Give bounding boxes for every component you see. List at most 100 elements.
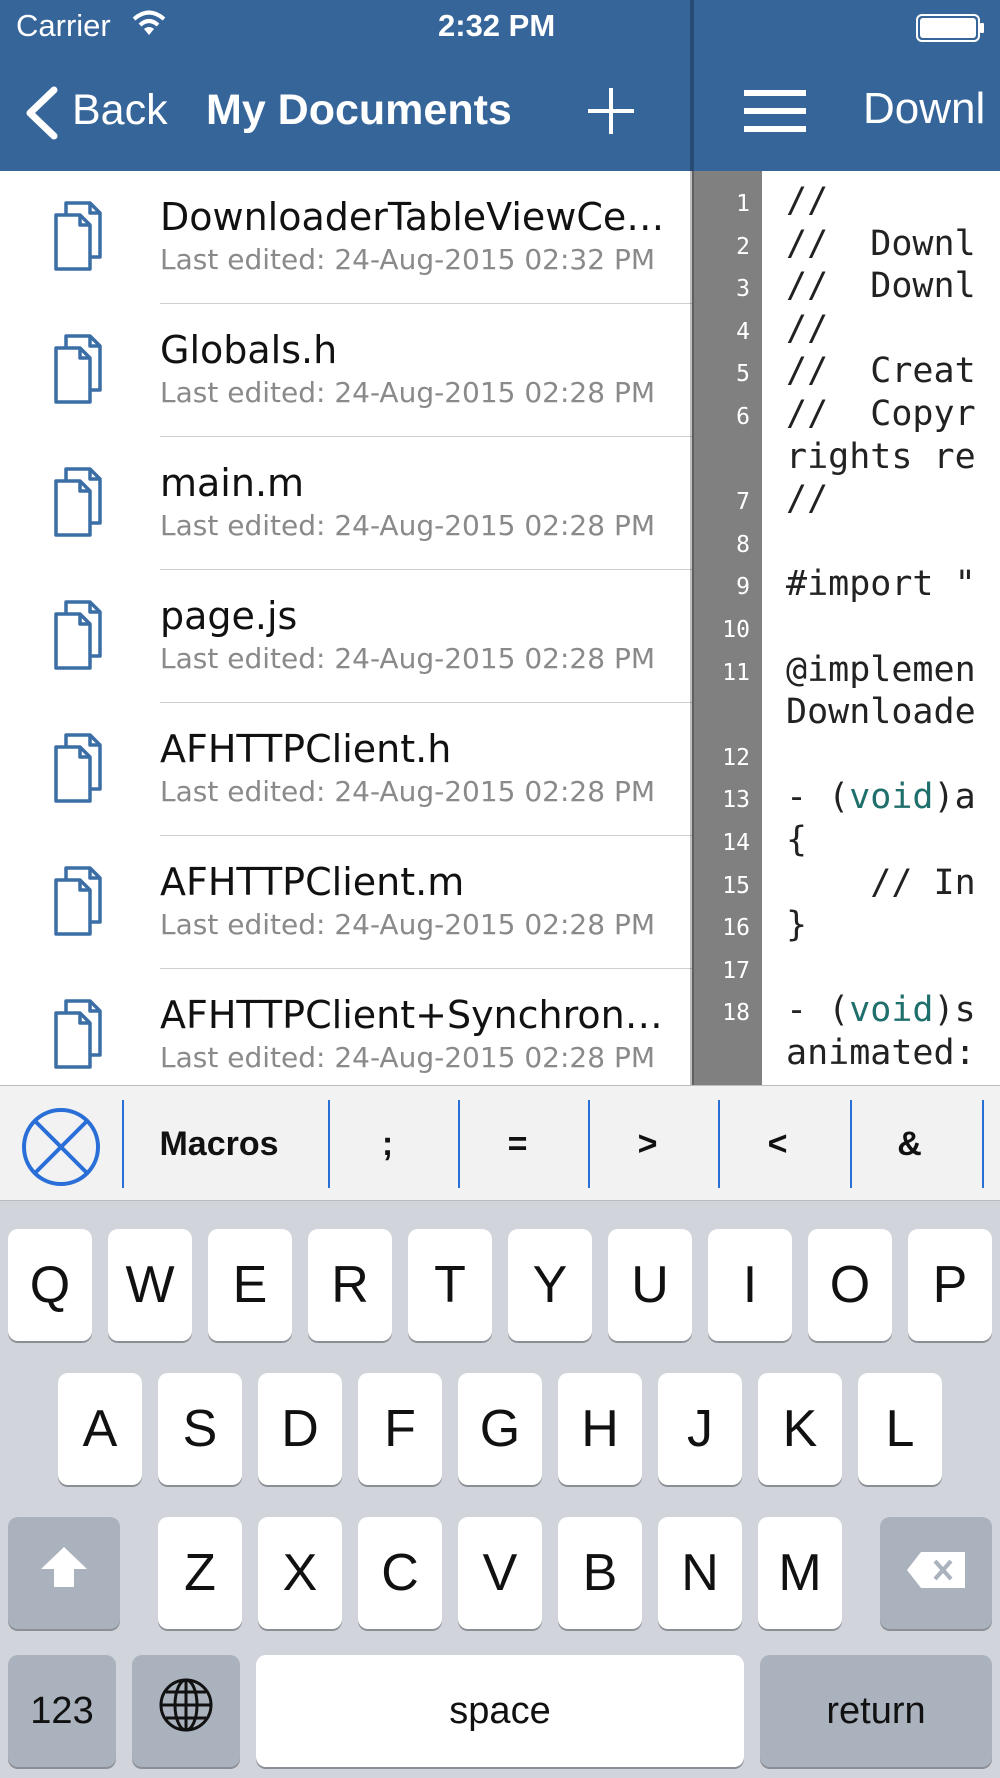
back-chevron-icon[interactable] [22,86,62,145]
key-g[interactable]: G [458,1373,542,1485]
editor-title: Downl [863,84,986,133]
line-number: 13 [722,787,750,814]
dismiss-keyboard-icon[interactable] [20,1106,102,1193]
key-e[interactable]: E [208,1229,292,1341]
code-keyword: void [849,990,934,1031]
key-v[interactable]: V [458,1517,542,1629]
code-keyword: void [849,777,934,818]
add-document-icon[interactable] [586,86,636,141]
code-line: // Creat [786,351,976,392]
menu-icon[interactable] [744,88,806,139]
document-last-edited: Last edited: 24-Aug-2015 02:32 PM [160,243,656,276]
code-line: // Downl [786,266,976,307]
numbers-key[interactable]: 123 [8,1655,116,1767]
key-j[interactable]: J [658,1373,742,1485]
document-last-edited: Last edited: 24-Aug-2015 02:28 PM [160,376,656,409]
globe-key[interactable] [132,1655,240,1767]
editor-nav-bar: Downl [692,56,1000,171]
key-h[interactable]: H [558,1373,642,1485]
key-f[interactable]: F [358,1373,442,1485]
key-d[interactable]: D [258,1373,342,1485]
line-number: 2 [736,233,750,260]
key-s[interactable]: S [158,1373,242,1485]
key-n[interactable]: N [658,1517,742,1629]
code-line: @implemen [786,649,976,690]
document-name: AFHTTPClient.m [160,860,465,904]
key-t[interactable]: T [408,1229,492,1341]
key-p[interactable]: P [908,1229,992,1341]
line-number: 11 [722,659,750,686]
key-b[interactable]: B [558,1517,642,1629]
line-number: 7 [736,489,750,516]
line-number-gutter: 1 2 3 4 5 6 7 8 9 10 11 12 13 14 15 16 17 18 [692,171,762,1085]
globe-icon [158,1677,214,1746]
code-line: // [786,479,829,520]
document-icon [50,332,108,409]
code-line: // [786,181,829,221]
code-line: // Copyr [786,394,976,434]
battery-icon [916,14,986,42]
key-c[interactable]: C [358,1517,442,1629]
key-o[interactable]: O [808,1229,892,1341]
key-k[interactable]: K [758,1373,842,1485]
document-name: main.m [160,461,305,505]
document-row[interactable]: AFHTTPClient+Synchron… Last edited: 24-Au… [0,969,692,1085]
code-line: #import " [786,564,976,605]
key-a[interactable]: A [58,1373,142,1485]
key-y[interactable]: Y [508,1229,592,1341]
delete-key[interactable] [880,1517,992,1629]
line-number: 12 [722,744,750,771]
document-row[interactable]: page.js Last edited: 24-Aug-2015 02:28 PM [0,570,692,703]
document-icon [50,465,108,542]
accessory-key[interactable]: ; [330,1098,445,1190]
macros-button[interactable]: Macros [124,1098,314,1190]
accessory-key[interactable]: > [590,1098,705,1190]
document-row[interactable]: main.m Last edited: 24-Aug-2015 02:28 PM [0,437,692,570]
keyboard: Q W E R T Y U I O P A S D F G H J K L Z X C V B N M 123 space return [0,1201,1000,1778]
documents-nav-bar: Back My Documents [0,56,692,171]
status-bar: Carrier 2:32 PM [0,0,1000,56]
line-number: 8 [736,531,750,558]
line-number: 9 [736,574,750,601]
split-view-divider [690,0,694,1085]
document-row[interactable]: AFHTTPClient.m Last edited: 24-Aug-2015 0… [0,836,692,969]
accessory-key[interactable]: = [460,1098,575,1190]
line-number: 4 [736,318,750,345]
line-number: 17 [722,957,750,984]
key-w[interactable]: W [108,1229,192,1341]
document-last-edited: Last edited: 24-Aug-2015 02:28 PM [160,642,656,675]
document-row[interactable]: AFHTTPClient.h Last edited: 24-Aug-2015 0… [0,703,692,836]
accessory-key[interactable]: < [720,1098,835,1190]
document-last-edited: Last edited: 24-Aug-2015 02:28 PM [160,775,656,808]
code-line: // [786,308,829,349]
key-q[interactable]: Q [8,1229,92,1341]
document-row[interactable]: Globals.h Last edited: 24-Aug-2015 02:28 … [0,304,692,437]
document-row[interactable]: DownloaderTableViewCe… Last edited: 24-Au… [0,171,692,304]
key-m[interactable]: M [758,1517,842,1629]
key-u[interactable]: U [608,1229,692,1341]
line-number: 5 [736,361,750,388]
document-last-edited: Last edited: 24-Aug-2015 02:28 PM [160,908,656,941]
shift-key[interactable] [8,1517,120,1629]
accessory-key[interactable]: & [852,1098,967,1190]
key-i[interactable]: I [708,1229,792,1341]
code-line: - (void)a [786,777,976,818]
code-editor[interactable]: 1 2 3 4 5 6 7 8 9 10 11 12 13 14 15 16 17 18 //// Downl//… [692,171,1000,1085]
line-number: 1 [736,191,750,217]
key-r[interactable]: R [308,1229,392,1341]
key-z[interactable]: Z [158,1517,242,1629]
key-x[interactable]: X [258,1517,342,1629]
accessory-separator [982,1100,984,1188]
document-name: AFHTTPClient.h [160,727,452,771]
back-button[interactable]: Back [72,86,168,135]
key-l[interactable]: L [858,1373,942,1485]
document-name: DownloaderTableViewCe… [160,195,665,239]
code-line: rights re [786,436,976,477]
document-name: AFHTTPClient+Synchron… [160,993,663,1037]
space-key[interactable]: space [256,1655,744,1767]
document-list: DownloaderTableViewCe… Last edited: 24-Au… [0,171,692,1085]
status-bar-left: Carrier 2:32 PM [0,0,692,56]
return-key[interactable]: return [760,1655,992,1767]
line-number: 18 [722,1000,750,1027]
wifi-icon [132,10,166,41]
